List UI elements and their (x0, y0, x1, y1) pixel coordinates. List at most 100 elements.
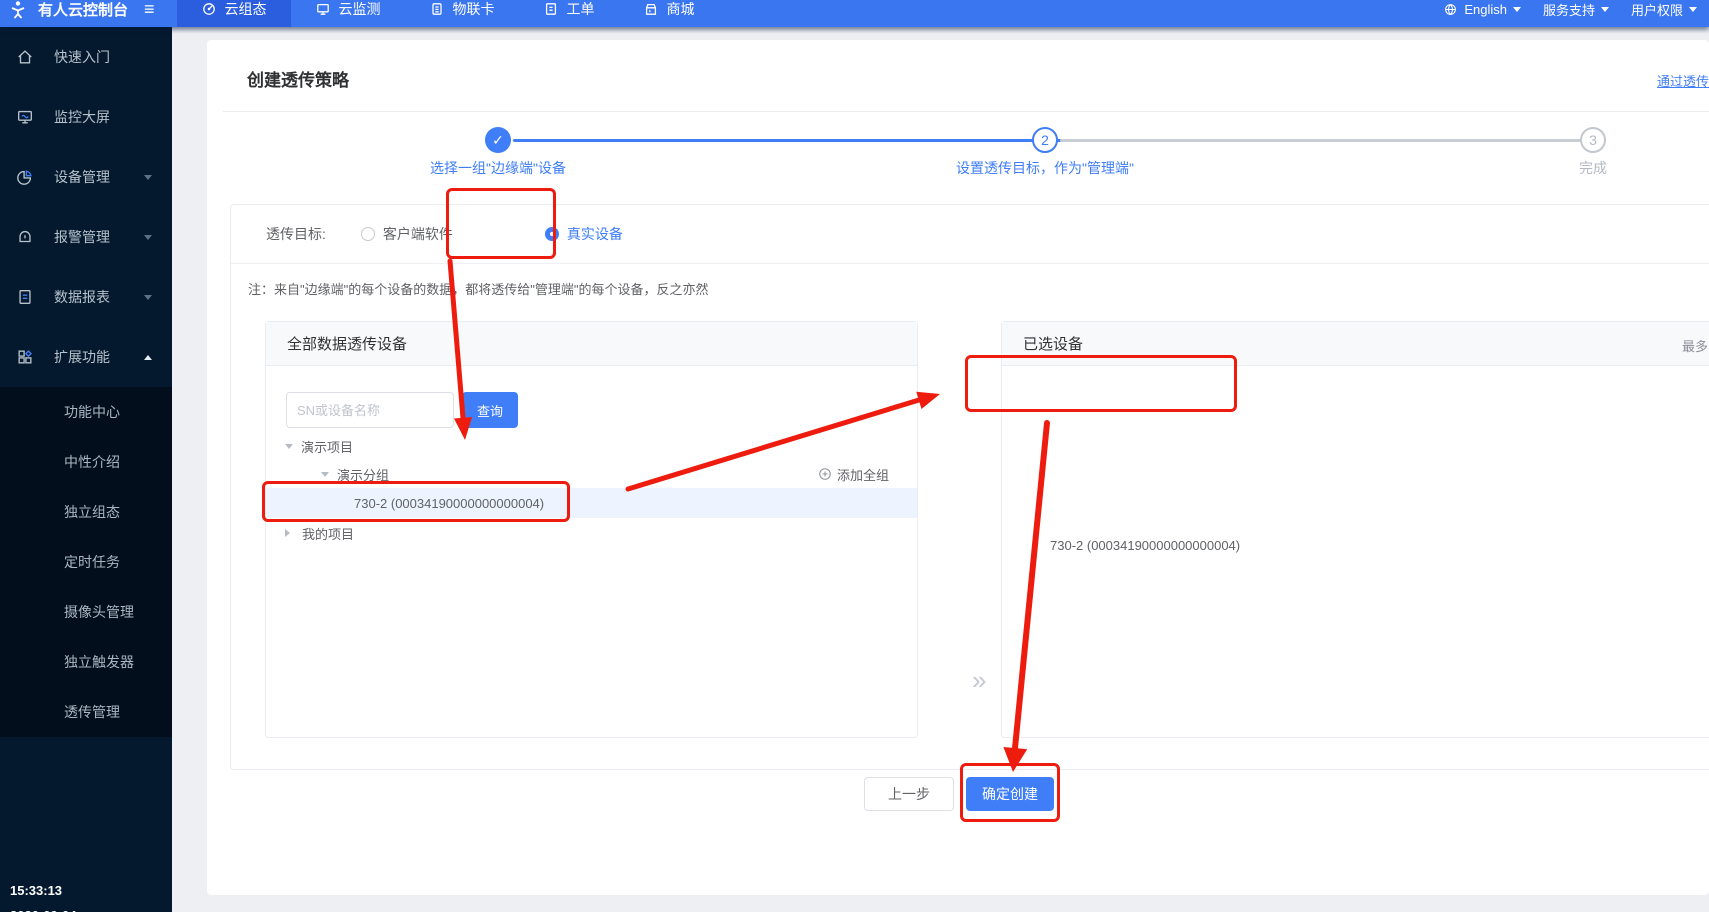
nav-tab-cloud-monitor[interactable]: 云监测 (291, 0, 405, 27)
add-whole-group-button[interactable]: 添加全组 (818, 465, 889, 484)
submenu-item-standalone-trigger[interactable]: 独立触发器 (0, 637, 172, 687)
add-whole-group-label: 添加全组 (837, 465, 889, 484)
tree-node-demo-group[interactable]: 演示分组 添加全组 (266, 460, 917, 488)
selected-devices-panel-header: 已选设备 最多 (1002, 322, 1709, 366)
nav-tabs: 云组态 云监测 物联卡 工单 (177, 0, 719, 27)
submenu-label: 功能中心 (64, 402, 120, 422)
submenu-label: 独立组态 (64, 502, 120, 522)
submenu-label: 中性介绍 (64, 452, 120, 472)
submenu-label: 摄像头管理 (64, 602, 134, 622)
selected-devices-title: 已选设备 (1023, 333, 1083, 354)
clock-time: 15:33:13 (10, 883, 105, 898)
tree-expand-icon[interactable] (285, 444, 293, 453)
target-type-row: 透传目标: 客户端软件 真实设备 (231, 205, 1709, 264)
nav-tab-iot-card[interactable]: 物联卡 (405, 0, 519, 27)
sidebar-item-device-mgmt[interactable]: 设备管理 (0, 147, 172, 207)
divider (223, 111, 1709, 112)
language-switcher[interactable]: English (1443, 2, 1521, 17)
sidebar-item-label: 报警管理 (54, 227, 144, 247)
tree-node-label: 演示项目 (301, 437, 353, 456)
tree-node-demo-project[interactable]: 演示项目 (266, 432, 917, 460)
main-card: 创建透传策略 通过透传 ✓ 2 3 选择一组"边缘端"设备 设置透传目标，作为"… (207, 40, 1709, 895)
sidebar: 快速入门 监控大屏 设备管理 报警管理 数据报表 扩展功能 (0, 27, 172, 912)
radio-client-software[interactable] (361, 227, 375, 241)
selected-device-item[interactable]: 730-2 (00034190000000000004) (1050, 538, 1240, 553)
transfer-chevrons-icon: » (972, 665, 986, 696)
sidebar-item-quick-start[interactable]: 快速入门 (0, 27, 172, 87)
chevron-down-icon (144, 235, 152, 244)
extensions-submenu: 功能中心 中性介绍 独立组态 定时任务 摄像头管理 独立触发器 透传管理 (0, 387, 172, 737)
nav-tab-label: 物联卡 (453, 0, 495, 19)
radio-real-device[interactable] (545, 227, 559, 241)
page-title: 创建透传策略 (247, 66, 349, 91)
step-2-circle: 2 (1032, 127, 1058, 153)
radio-client-software-label[interactable]: 客户端软件 (383, 224, 453, 244)
brand-logo-icon (8, 0, 28, 19)
submenu-label: 独立触发器 (64, 652, 134, 672)
search-button[interactable]: 查询 (462, 392, 518, 428)
chevron-down-icon (1689, 7, 1697, 16)
chevron-down-icon (1513, 7, 1521, 16)
pie-chart-icon (16, 168, 34, 186)
report-icon (16, 288, 34, 306)
selected-devices-panel: 已选设备 最多 730-2 (00034190000000000004) (1001, 321, 1709, 738)
sidebar-item-alarm-mgmt[interactable]: 报警管理 (0, 207, 172, 267)
form-container: 透传目标: 客户端软件 真实设备 注：来自"边缘端"的每个设备的数据，都将透传给… (230, 204, 1709, 770)
sidebar-item-data-report[interactable]: 数据报表 (0, 267, 172, 327)
chevron-down-icon (1601, 7, 1609, 16)
user-permission-label: 用户权限 (1631, 0, 1683, 19)
service-support-label: 服务支持 (1543, 0, 1595, 19)
clock-date: 2020-09-04 (10, 908, 105, 912)
chevron-up-icon (144, 351, 152, 360)
bell-icon (16, 228, 34, 246)
step-3-circle: 3 (1580, 127, 1606, 153)
submenu-item-neutral-intro[interactable]: 中性介绍 (0, 437, 172, 487)
confirm-create-button[interactable]: 确定创建 (966, 777, 1054, 811)
nav-tab-cloud-scada[interactable]: 云组态 (177, 0, 291, 27)
step-number: 2 (1041, 132, 1049, 148)
submenu-item-camera-mgmt[interactable]: 摄像头管理 (0, 587, 172, 637)
nav-tab-label: 商城 (667, 0, 695, 19)
step-3-label: 完成 (1553, 158, 1633, 178)
service-support-menu[interactable]: 服务支持 (1543, 0, 1609, 19)
tree-expand-icon[interactable] (321, 472, 329, 481)
menu-collapse-icon[interactable]: ≡ (144, 0, 155, 20)
sidebar-item-extensions[interactable]: 扩展功能 (0, 327, 172, 387)
brand-name: 有人云控制台 (38, 0, 128, 20)
sidebar-item-label: 快速入门 (54, 47, 152, 67)
nav-tab-work-order[interactable]: 工单 (519, 0, 619, 27)
tree-device-label: 730-2 (00034190000000000004) (354, 496, 544, 511)
target-type-caption: 透传目标: (266, 224, 326, 244)
step-2-label: 设置透传目标，作为"管理端" (905, 158, 1185, 178)
sidebar-item-label: 数据报表 (54, 287, 144, 307)
nav-tab-label: 工单 (567, 0, 595, 19)
sidebar-item-label: 扩展功能 (54, 347, 144, 367)
radio-real-device-label[interactable]: 真实设备 (567, 224, 623, 244)
submenu-item-scheduled-task[interactable]: 定时任务 (0, 537, 172, 587)
submenu-item-standalone-scada[interactable]: 独立组态 (0, 487, 172, 537)
tree-node-device-730-2[interactable]: 730-2 (00034190000000000004) (266, 488, 917, 518)
device-search-input[interactable] (286, 392, 454, 428)
submenu-label: 定时任务 (64, 552, 120, 572)
all-devices-title: 全部数据透传设备 (287, 333, 407, 354)
submenu-item-passthrough-mgmt[interactable]: 透传管理 (0, 687, 172, 737)
nav-tab-label: 云监测 (339, 0, 381, 19)
max-devices-hint: 最多 (1682, 336, 1708, 355)
check-icon: ✓ (492, 132, 504, 148)
home-icon (16, 48, 34, 66)
tree-node-my-project[interactable]: 我的项目 (266, 518, 917, 548)
previous-step-button[interactable]: 上一步 (864, 777, 954, 811)
nav-tab-mall[interactable]: 商城 (619, 0, 719, 27)
note-text: 注：来自"边缘端"的每个设备的数据，都将透传给"管理端"的每个设备，反之亦然 (248, 279, 708, 298)
sidebar-item-label: 监控大屏 (54, 107, 152, 127)
sidebar-item-monitor-screen[interactable]: 监控大屏 (0, 87, 172, 147)
sidebar-item-label: 设备管理 (54, 167, 144, 187)
submenu-label: 透传管理 (64, 702, 120, 722)
chevron-down-icon (144, 175, 152, 184)
tree-collapsed-icon[interactable] (285, 529, 294, 537)
step-1-label: 选择一组"边缘端"设备 (378, 158, 618, 178)
top-navbar: 有人云控制台 ≡ 云组态 云监测 物联卡 (0, 0, 1709, 27)
passthrough-help-link[interactable]: 通过透传 (1657, 71, 1709, 90)
submenu-item-function-center[interactable]: 功能中心 (0, 387, 172, 437)
user-permission-menu[interactable]: 用户权限 (1631, 0, 1697, 19)
